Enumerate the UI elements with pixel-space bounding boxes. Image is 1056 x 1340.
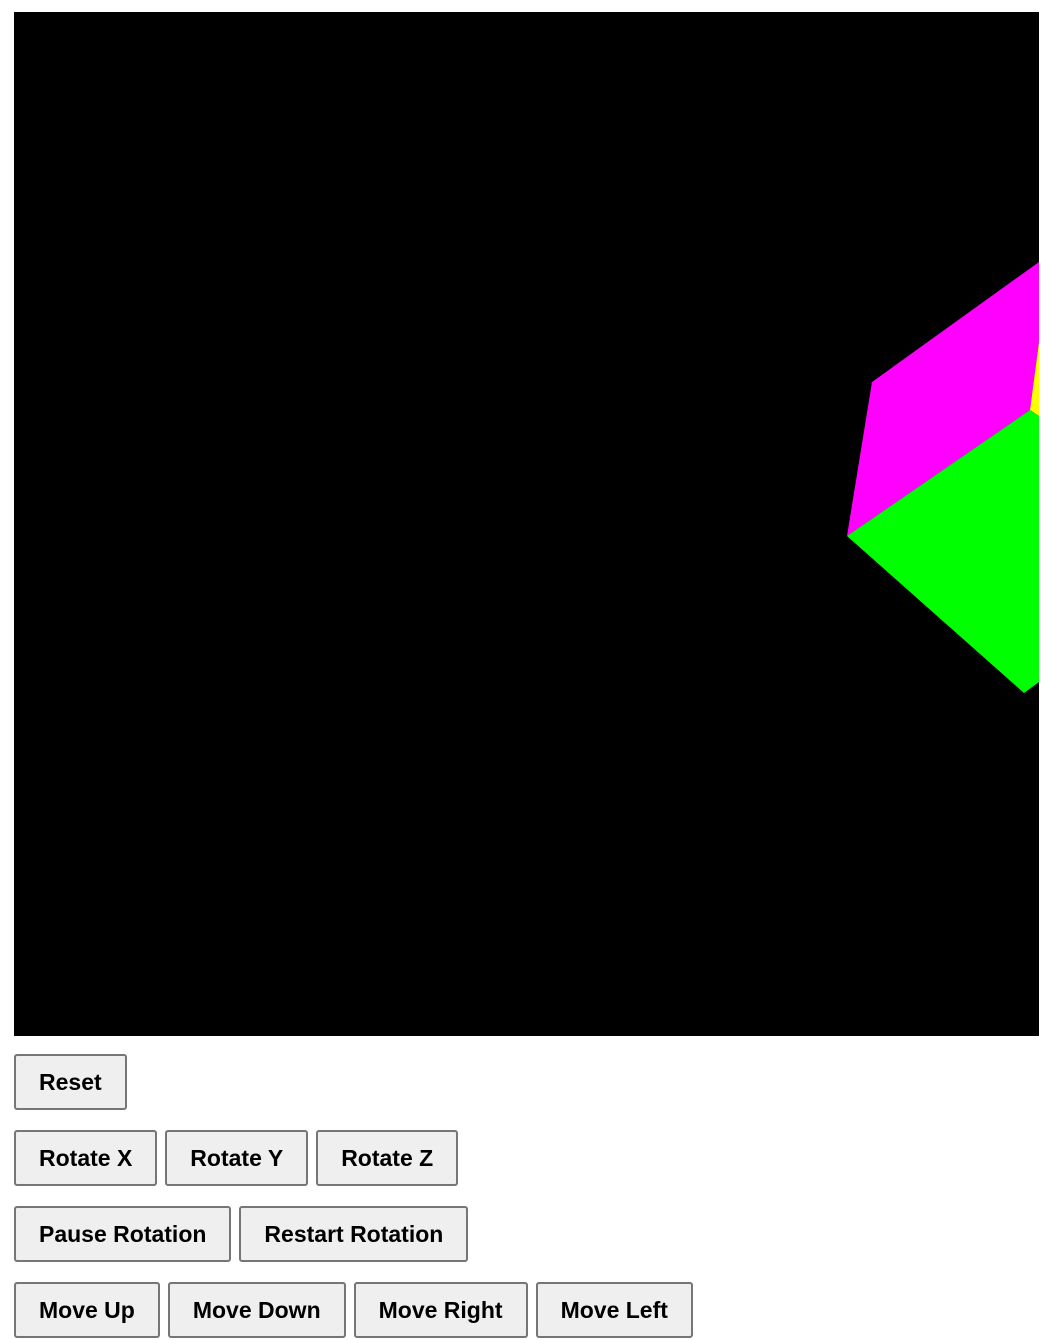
pause-rotation-button[interactable]: Pause Rotation <box>14 1206 232 1262</box>
rotate-z-button[interactable]: Rotate Z <box>316 1130 459 1186</box>
reset-button[interactable]: Reset <box>14 1054 127 1110</box>
rotate-x-button[interactable]: Rotate X <box>14 1130 158 1186</box>
move-down-button[interactable]: Move Down <box>167 1282 346 1338</box>
rotate-y-button[interactable]: Rotate Y <box>165 1130 309 1186</box>
move-left-button[interactable]: Move Left <box>535 1282 693 1338</box>
restart-rotation-button[interactable]: Restart Rotation <box>239 1206 469 1262</box>
move-right-button[interactable]: Move Right <box>353 1282 528 1338</box>
move-up-button[interactable]: Move Up <box>14 1282 160 1338</box>
reset-row: Reset <box>14 1054 127 1110</box>
cube-scene <box>14 12 1039 1036</box>
3d-viewport-canvas[interactable] <box>14 12 1039 1036</box>
rotate-row: Rotate X Rotate Y Rotate Z <box>14 1130 459 1186</box>
rotation-state-row: Pause Rotation Restart Rotation <box>14 1206 469 1262</box>
move-row: Move Up Move Down Move Right Move Left <box>14 1282 693 1338</box>
